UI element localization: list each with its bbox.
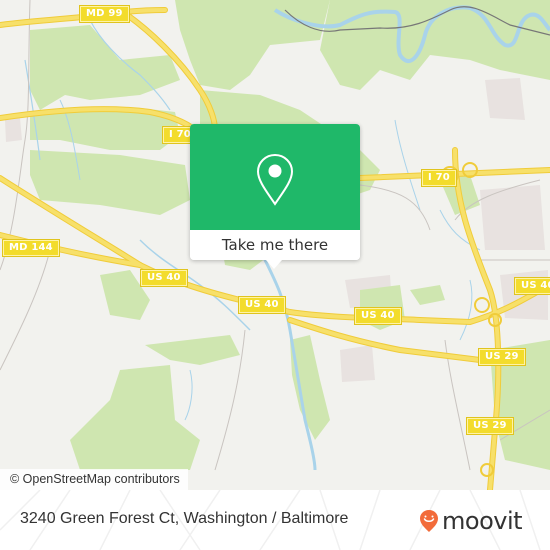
popup-header (190, 124, 360, 230)
road-shield-us40: US 40 (355, 308, 401, 324)
footer: 3240 Green Forest Ct, Washington / Balti… (0, 490, 550, 550)
road-shield-us29: US 29 (479, 349, 525, 365)
popup-pointer (266, 260, 282, 269)
moovit-pin-icon (420, 510, 438, 532)
road-shield-md99: MD 99 (80, 6, 129, 22)
map[interactable]: MD 99 I 70 I 70 MD 144 US 40 US 40 US 40… (0, 0, 550, 490)
location-popup: Take me there (190, 124, 360, 269)
road-shield-us40: US 40 (239, 297, 285, 313)
map-pin-icon (256, 153, 294, 206)
map-attribution[interactable]: © OpenStreetMap contributors (0, 469, 188, 490)
moovit-wordmark: moovit (442, 507, 523, 535)
road-shield-md144: MD 144 (3, 240, 59, 256)
road-shield-i70: I 70 (422, 170, 456, 186)
road-shield-us40: US 40 (515, 278, 550, 294)
road-shield-us40: US 40 (141, 270, 187, 286)
take-me-there-button[interactable]: Take me there (190, 230, 360, 260)
moovit-logo[interactable]: moovit (419, 507, 523, 535)
address-text: 3240 Green Forest Ct, Washington / Balti… (20, 510, 349, 527)
road-shield-us29: US 29 (467, 418, 513, 434)
